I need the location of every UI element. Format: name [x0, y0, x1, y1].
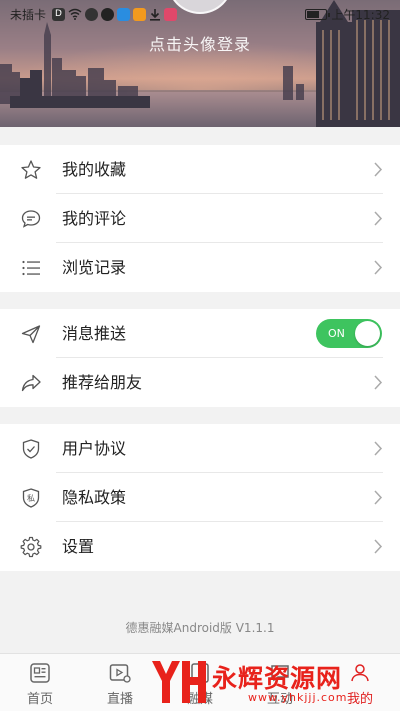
privacy-shield-icon: 私 [22, 488, 40, 508]
toggle-knob [355, 321, 380, 346]
chevron-right-icon [374, 162, 383, 177]
chevron-right-icon [374, 441, 383, 456]
menu-item-label: 推荐给朋友 [62, 373, 143, 392]
clock: 上午11:32 [331, 7, 390, 22]
status-icons: D [52, 7, 178, 21]
chevron-right-icon [374, 375, 383, 390]
menu-item-label: 我的评论 [62, 209, 127, 228]
carrier-label: 未插卡 [10, 7, 47, 22]
star-icon [21, 160, 41, 179]
toggle-state-label: ON [328, 327, 345, 340]
video-icon [109, 664, 131, 683]
status-bar: 未插卡 D 上午11:32 [0, 0, 400, 28]
menu-item-label: 消息推送 [62, 324, 127, 343]
menu-item-history[interactable]: 浏览记录 [0, 243, 400, 292]
login-prompt[interactable]: 点击头像登录 [0, 31, 400, 55]
watermark-logo [152, 661, 206, 703]
comment-icon [21, 210, 41, 228]
menu-item-comments[interactable]: 我的评论 [0, 194, 400, 243]
chevron-right-icon [374, 260, 383, 275]
menu-item-label: 浏览记录 [62, 258, 127, 277]
wifi-icon [68, 8, 82, 20]
news-icon [30, 663, 50, 683]
app-notify-icon-3 [117, 7, 131, 21]
watermark-title: 永辉资源网 [212, 664, 343, 693]
app-notify-icon-4 [133, 7, 147, 21]
menu-item-label: 设置 [62, 537, 95, 556]
chevron-right-icon [374, 490, 383, 505]
menu-section-2: 消息推送 ON 推荐给朋友 [0, 309, 400, 407]
list-icon [22, 260, 40, 276]
app-notify-icon-2 [101, 7, 115, 21]
push-toggle[interactable]: ON [316, 319, 382, 348]
watermark: 永辉资源网 www.yhkjjj.com [148, 653, 400, 711]
menu-item-push-notifications: 消息推送 ON [0, 309, 400, 358]
sim-icon: D [52, 7, 66, 21]
status-right: 上午11:32 [305, 6, 390, 23]
send-icon [21, 325, 41, 344]
gear-icon [20, 536, 42, 558]
shield-check-icon [22, 439, 40, 459]
menu-item-label: 我的收藏 [62, 160, 127, 179]
privacy-icon-text: 私 [27, 494, 35, 503]
menu-section-3: 用户协议 私 隐私政策 设置 [0, 424, 400, 571]
app-notify-icon-1 [85, 7, 99, 21]
share-icon [21, 374, 41, 392]
app-version: 德惠融媒Android版 V1.1.1 [125, 621, 275, 635]
menu-item-privacy-policy[interactable]: 私 隐私政策 [0, 473, 400, 522]
menu-item-user-agreement[interactable]: 用户协议 [0, 424, 400, 473]
menu-item-recommend[interactable]: 推荐给朋友 [0, 358, 400, 407]
app-notify-icon-5 [164, 7, 178, 21]
menu-item-settings[interactable]: 设置 [0, 522, 400, 571]
tab-label: 首页 [26, 692, 53, 707]
chevron-right-icon [374, 211, 383, 226]
chevron-right-icon [374, 539, 383, 554]
battery-icon [305, 8, 331, 20]
tab-home[interactable]: 首页 [0, 654, 80, 711]
download-icon [150, 8, 161, 21]
menu-item-favorites[interactable]: 我的收藏 [0, 145, 400, 194]
menu-item-label: 隐私政策 [62, 488, 127, 507]
menu-item-label: 用户协议 [62, 439, 127, 458]
watermark-url: www.yhkjjj.com [248, 691, 348, 704]
menu-section-1: 我的收藏 我的评论 浏览记录 [0, 145, 400, 292]
